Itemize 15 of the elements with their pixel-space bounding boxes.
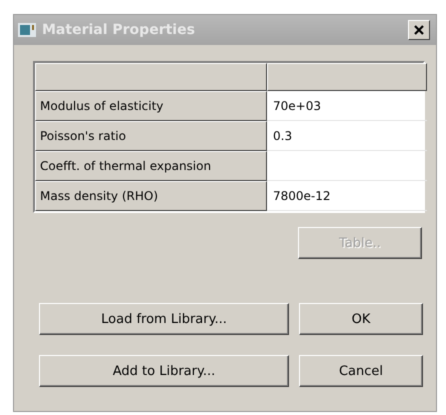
load-button[interactable]: Load from Library... [39,303,289,335]
row-header: Modulus of elasticity [35,91,267,121]
window-title: Material Properties [42,22,196,38]
value-cell[interactable]: 0.3 [267,121,427,151]
close-icon [413,24,425,36]
row-header: Coefft. of thermal expansion [35,151,267,181]
add-button[interactable]: Add to Library... [39,355,289,387]
window-icon [18,23,36,37]
ok-button[interactable]: OK [299,303,423,335]
cancel-button[interactable]: Cancel [299,355,423,387]
value-cell[interactable]: 7800e-12 [267,181,427,211]
row-header: Poisson's ratio [35,121,267,151]
row-header: Mass density (RHO) [35,181,267,211]
close-button[interactable] [408,20,430,40]
value-cell[interactable]: 70e+03 [267,91,427,121]
